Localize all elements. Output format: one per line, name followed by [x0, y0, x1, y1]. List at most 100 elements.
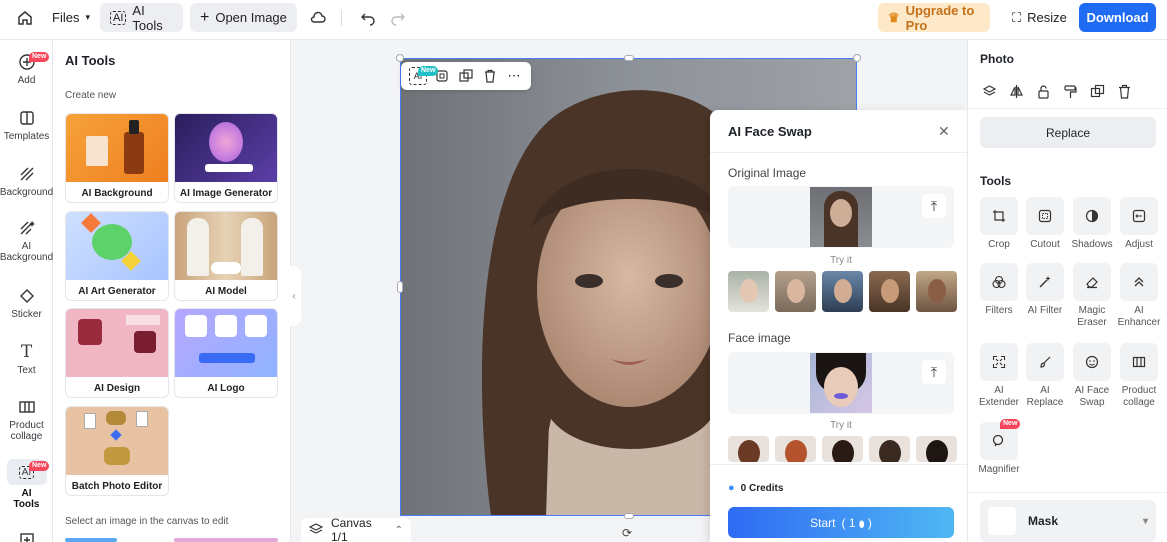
resize-button[interactable]: ⛶ Resize	[1002, 3, 1077, 32]
tool-ai-filter[interactable]: AI Filter	[1026, 263, 1064, 317]
sample-face-thumb[interactable]	[916, 436, 957, 462]
resize-handle[interactable]	[624, 513, 634, 519]
duplicate-icon[interactable]	[457, 67, 475, 85]
divider	[968, 492, 1167, 493]
top-bar: Files ▾ AI AI Tools + Open Image ♛ Upgra…	[0, 0, 1167, 40]
tool-ai-replace[interactable]: AI Replace	[1026, 343, 1064, 409]
rail-item-text[interactable]: T Text	[0, 342, 53, 376]
rail-item-ai-background[interactable]: AI Background	[0, 218, 53, 263]
sample-face-thumb[interactable]	[822, 436, 863, 462]
sample-face-thumb[interactable]	[869, 436, 910, 462]
duplicate-icon[interactable]	[1088, 82, 1106, 100]
resize-handle[interactable]	[853, 54, 861, 62]
card-ai-model[interactable]: AI Model	[174, 211, 278, 301]
tool-adjust[interactable]: Adjust	[1120, 197, 1158, 251]
chevron-down-icon: ▾	[1142, 515, 1148, 527]
lock-icon[interactable]	[1034, 82, 1052, 100]
rail-item-ai-tools[interactable]: AI New AI Tools	[0, 459, 53, 510]
tool-shadows[interactable]: Shadows	[1071, 197, 1113, 251]
tool-cutout[interactable]: Cutout	[1026, 197, 1064, 251]
download-button[interactable]: Download	[1079, 3, 1156, 32]
upgrade-button[interactable]: ♛ Upgrade to Pro	[878, 3, 990, 33]
rail-label-background: Background	[0, 187, 54, 198]
card-ai-image-generator[interactable]: AI Image Generator	[174, 113, 278, 203]
files-label: Files	[52, 10, 80, 25]
collage-icon	[17, 397, 37, 417]
sample-face-thumb[interactable]	[728, 436, 769, 462]
ai-background-icon	[17, 218, 37, 238]
home-icon[interactable]	[15, 8, 35, 28]
tool-product-collage[interactable]: Product collage	[1120, 343, 1158, 409]
close-icon[interactable]: ✕	[938, 123, 950, 140]
start-button[interactable]: Start ( 1 ⬮ )	[728, 507, 954, 538]
files-menu[interactable]: Files ▾	[42, 3, 100, 32]
paint-roller-icon[interactable]	[1061, 82, 1079, 100]
card-ai-design[interactable]: AI Design	[65, 308, 169, 398]
sample-original-thumb[interactable]	[916, 271, 957, 312]
ai-tools-button[interactable]: AI AI Tools	[100, 3, 183, 33]
cutout-icon	[1026, 197, 1064, 235]
sample-original-thumb[interactable]	[822, 271, 863, 312]
tool-filters[interactable]: Filters	[980, 263, 1018, 317]
tool-ai-face-swap[interactable]: AI Face Swap	[1073, 343, 1111, 409]
rail-item-background[interactable]: Background	[0, 164, 53, 198]
rail-item-upload[interactable]	[0, 528, 53, 542]
original-image-label: Original Image	[728, 166, 807, 180]
thumbnail-strip[interactable]	[65, 538, 117, 542]
credits-display: ● 0 Credits	[728, 482, 783, 494]
sample-original-thumb[interactable]	[869, 271, 910, 312]
open-image-button[interactable]: + Open Image	[190, 3, 297, 32]
collage-icon	[1120, 343, 1158, 381]
flip-icon[interactable]	[1007, 82, 1025, 100]
rail-item-sticker[interactable]: Sticker	[0, 286, 53, 320]
tool-magnifier[interactable]: New Magnifier	[978, 419, 1021, 476]
trash-icon[interactable]	[481, 67, 499, 85]
rail-item-templates[interactable]: Templates	[0, 108, 53, 142]
tool-ai-extender[interactable]: AI Extender	[979, 343, 1019, 409]
layers-icon[interactable]	[980, 82, 998, 100]
original-image-preview	[810, 187, 872, 247]
original-image-upload[interactable]: ⤒	[728, 186, 954, 248]
upload-icon[interactable]: ⤒	[922, 360, 946, 384]
sample-original-thumb[interactable]	[775, 271, 816, 312]
thumbnail-strip[interactable]	[174, 538, 278, 542]
upload-icon[interactable]: ⤒	[922, 194, 946, 218]
sample-original-thumb[interactable]	[728, 271, 769, 312]
rail-label-add: Add	[17, 75, 36, 86]
panel-collapse-handle[interactable]: ‹	[287, 266, 301, 326]
canvas-footer[interactable]: Canvas 1/1 ⌃	[301, 516, 411, 542]
card-ai-art-generator[interactable]: AI Art Generator	[65, 211, 169, 301]
batch-photo-editor-thumbnail	[66, 407, 168, 475]
layers-icon[interactable]	[308, 522, 324, 539]
card-ai-logo[interactable]: AI Logo	[174, 308, 278, 398]
card-label: AI Art Generator	[78, 285, 156, 297]
card-batch-photo-editor[interactable]: Batch Photo Editor	[65, 406, 169, 496]
tools-title: Tools	[980, 174, 1012, 188]
redo-icon[interactable]	[388, 8, 408, 28]
rotate-icon[interactable]: ⟳	[622, 526, 632, 540]
sample-face-thumb[interactable]	[775, 436, 816, 462]
undo-icon[interactable]	[358, 8, 378, 28]
credits-label: 0 Credits	[740, 482, 784, 494]
mask-section[interactable]: Mask ▾	[980, 500, 1156, 542]
start-cost: ( 1 ⬮ )	[841, 515, 872, 530]
resize-handle[interactable]	[624, 55, 634, 61]
chevron-up-icon[interactable]: ⌃	[395, 525, 403, 536]
tool-magic-eraser[interactable]: Magic Eraser	[1073, 263, 1111, 329]
resize-handle[interactable]	[396, 54, 404, 62]
rail-item-add[interactable]: New Add	[0, 52, 53, 86]
replace-button[interactable]: Replace	[980, 117, 1156, 148]
ai-face-swap-dialog: AI Face Swap ✕ Original Image ⤒ Try it F…	[710, 110, 972, 542]
cloud-icon[interactable]	[308, 8, 328, 28]
panel-subtitle: Create new	[65, 90, 117, 101]
tool-crop[interactable]: Crop	[980, 197, 1018, 251]
face-image-upload[interactable]: ⤒	[728, 352, 954, 414]
card-label: AI Background	[81, 187, 153, 199]
tool-ai-enhancer[interactable]: AI Enhancer	[1118, 263, 1160, 329]
divider	[341, 10, 342, 26]
resize-handle[interactable]	[397, 281, 403, 293]
rail-item-product-collage[interactable]: Product collage	[0, 397, 53, 442]
more-icon[interactable]: ⋯	[505, 67, 523, 85]
card-ai-background[interactable]: AI Background	[65, 113, 169, 203]
trash-icon[interactable]	[1115, 82, 1133, 100]
